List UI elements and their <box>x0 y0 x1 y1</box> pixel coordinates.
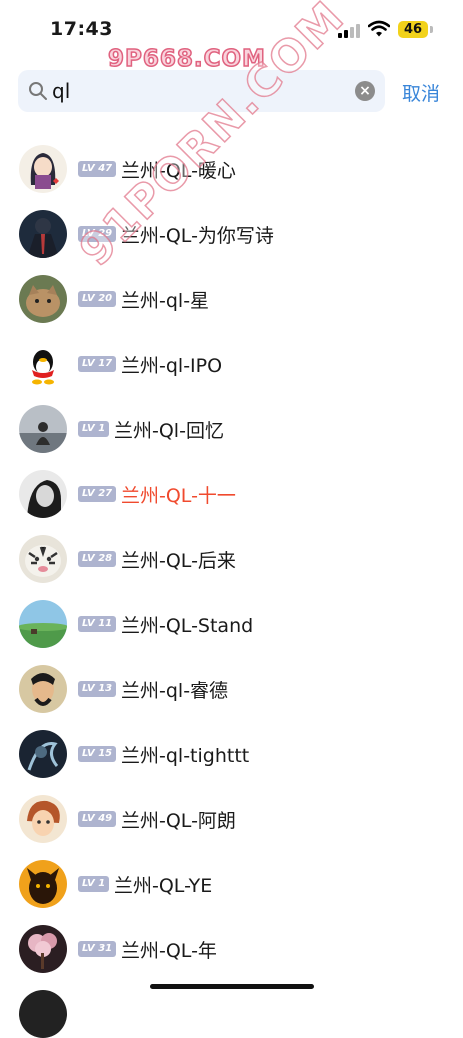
list-item[interactable]: LV 28 兰州-QL-后来 <box>0 527 463 592</box>
figure-back-avatar <box>19 405 67 453</box>
contact-name: 兰州-ql-tighttt <box>121 745 250 767</box>
dark-art-avatar <box>19 730 67 778</box>
contact-name: 兰州-ql-睿德 <box>121 680 229 702</box>
contact-name: 兰州-QL-YE <box>114 875 213 897</box>
dark-creature-avatar <box>19 860 67 908</box>
search-bar[interactable]: × <box>18 70 385 112</box>
cat-avatar <box>19 275 67 323</box>
landscape-avatar <box>19 600 67 648</box>
level-badge: LV 27 <box>78 486 117 502</box>
list-item[interactable]: LV 11 兰州-QL-Stand <box>0 592 463 657</box>
contact-name: 兰州-ql-星 <box>121 290 210 312</box>
home-indicator <box>150 984 314 989</box>
contact-name: 兰州-QL-年 <box>121 940 217 962</box>
level-badge: LV 11 <box>78 616 117 632</box>
contact-name: 兰州-ql-IPO <box>121 355 223 377</box>
battery-indicator: 46 <box>398 21 428 38</box>
status-time: 17:43 <box>50 18 113 40</box>
cancel-button[interactable]: 取消 <box>402 79 440 106</box>
contact-name: 兰州-QL-后来 <box>121 550 236 572</box>
suit-man-avatar <box>19 210 67 258</box>
list-item[interactable]: LV 20 兰州-ql-星 <box>0 267 463 332</box>
clear-icon[interactable]: × <box>355 81 375 101</box>
tiger-avatar <box>19 535 67 583</box>
contact-name: 兰州-Ql-回忆 <box>114 420 224 442</box>
list-item[interactable]: LV 17 兰州-ql-IPO <box>0 332 463 397</box>
anime-girl-avatar <box>19 145 67 193</box>
search-input[interactable] <box>52 75 352 107</box>
blossom-tree-avatar <box>19 925 67 973</box>
contact-name: 兰州-QL-Stand <box>121 615 254 637</box>
list-item[interactable]: LV 13 兰州-ql-睿德 <box>0 657 463 722</box>
wifi-icon <box>368 20 390 37</box>
battery-cap <box>430 26 433 33</box>
level-badge: LV 49 <box>78 811 117 827</box>
list-item[interactable]: LV 15 兰州-ql-tighttt <box>0 722 463 787</box>
level-badge: LV 17 <box>78 356 117 372</box>
list-item[interactable]: LV 1 兰州-Ql-回忆 <box>0 397 463 462</box>
result-list: LV 47 兰州-QL-暖心 LV 29 兰州-QL-为你写诗 LV 20 兰州-ql-星… <box>0 137 463 982</box>
partial-avatar <box>19 990 67 1038</box>
level-badge: LV 28 <box>78 551 117 567</box>
contact-name: 兰州-QL-阿朗 <box>121 810 236 832</box>
level-badge: LV 1 <box>78 421 110 437</box>
level-badge: LV 47 <box>78 161 117 177</box>
contact-name: 兰州-QL-十一 <box>121 485 236 507</box>
level-badge: LV 20 <box>78 291 117 307</box>
bw-portrait-avatar <box>19 470 67 518</box>
list-item[interactable]: LV 31 兰州-QL-年 <box>0 917 463 982</box>
search-icon <box>29 82 47 100</box>
qq-penguin-avatar <box>19 340 67 388</box>
list-item[interactable]: LV 29 兰州-QL-为你写诗 <box>0 202 463 267</box>
list-item[interactable]: LV 27 兰州-QL-十一 <box>0 462 463 527</box>
level-badge: LV 1 <box>78 876 110 892</box>
level-badge: LV 15 <box>78 746 117 762</box>
list-item[interactable]: LV 1 兰州-QL-YE <box>0 852 463 917</box>
level-badge: LV 31 <box>78 941 117 957</box>
list-item[interactable]: LV 49 兰州-QL-阿朗 <box>0 787 463 852</box>
warrior-avatar <box>19 665 67 713</box>
cartoon-boy-avatar <box>19 795 67 843</box>
level-badge: LV 13 <box>78 681 117 697</box>
